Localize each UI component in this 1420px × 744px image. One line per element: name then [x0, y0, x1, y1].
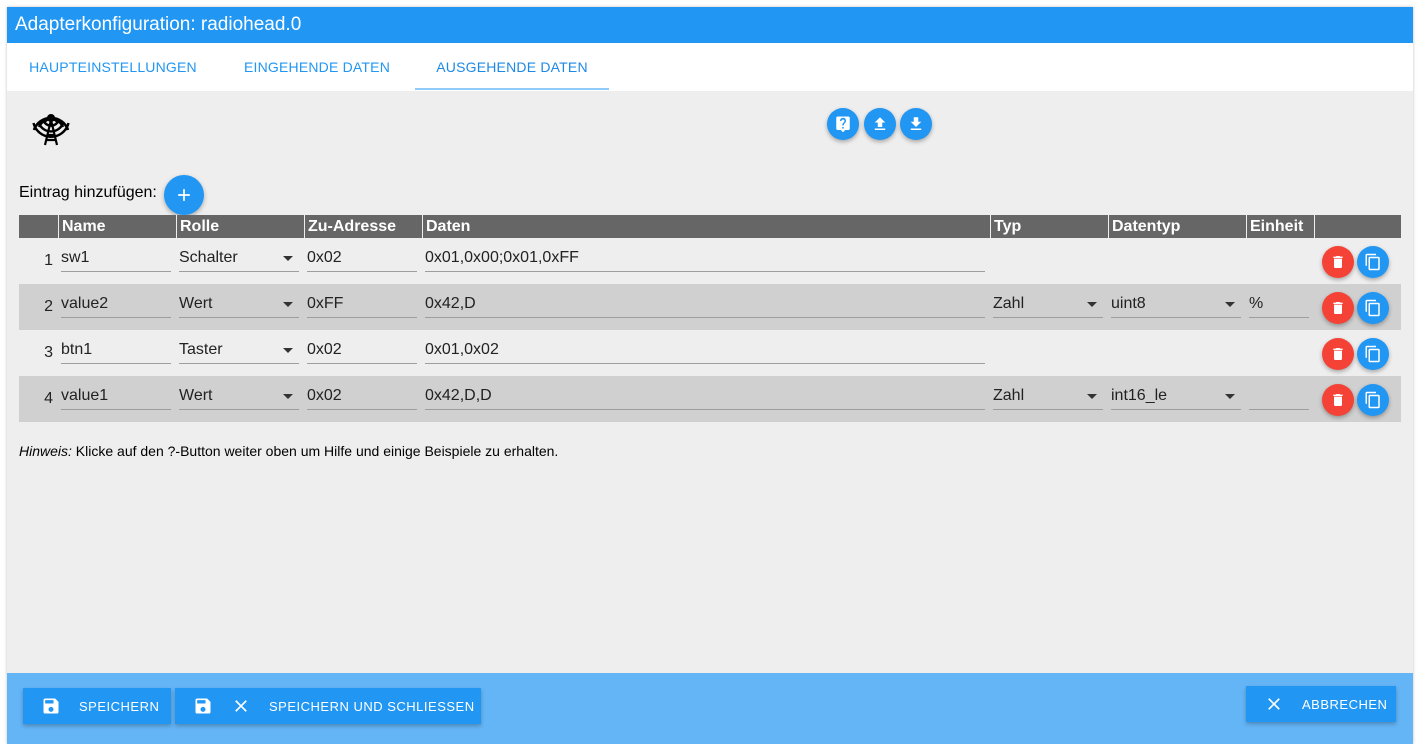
adresse-input[interactable]: 0x02 [307, 384, 417, 410]
einheit-input[interactable] [1249, 384, 1309, 410]
save-button[interactable]: SPEICHERN [23, 688, 171, 724]
adresse-input[interactable]: 0x02 [307, 246, 417, 272]
copy-icon [1365, 345, 1380, 363]
copy-icon [1365, 391, 1380, 409]
header-typ: Typ [990, 215, 1108, 238]
header-zu-adresse: Zu-Adresse [304, 215, 422, 238]
name-input[interactable]: btn1 [61, 338, 171, 364]
adresse-input[interactable]: 0x02 [307, 338, 417, 364]
rolle-select[interactable]: Schalter [179, 246, 299, 272]
floppy-disk-icon [195, 698, 211, 714]
name-input[interactable]: value1 [61, 384, 171, 410]
table-row: 3 btn1 Taster 0x02 0x01,0x02 [19, 330, 1401, 376]
window-title: Adapterkonfiguration: radiohead.0 [7, 7, 1413, 43]
row-index: 1 [44, 252, 53, 269]
upload-icon [874, 117, 886, 130]
daten-input[interactable]: 0x42,D,D [425, 384, 985, 410]
tab-indicator [415, 88, 609, 90]
header-actions [1314, 215, 1401, 238]
delete-row-button[interactable] [1322, 384, 1354, 416]
outgoing-data-table: Name Rolle Zu-Adresse Daten Typ Datentyp… [19, 215, 1401, 422]
download-button[interactable] [900, 108, 932, 140]
cancel-button[interactable]: ABBRECHEN [1246, 686, 1396, 722]
tab-haupteinstellungen[interactable]: HAUPTEINSTELLUNGEN [7, 43, 219, 91]
trash-icon [1333, 256, 1343, 268]
hint-body: Klicke auf den ?-Button weiter oben um H… [71, 443, 559, 459]
rolle-select[interactable]: Wert [179, 292, 299, 318]
tab-ausgehende-daten[interactable]: AUSGEHENDE DATEN [415, 43, 609, 91]
upload-button[interactable] [864, 108, 896, 140]
rolle-select[interactable]: Wert [179, 384, 299, 410]
copy-icon [1365, 253, 1380, 271]
rolle-select[interactable]: Taster [179, 338, 299, 364]
save-close-label: SPEICHERN UND SCHLIESSEN [269, 698, 475, 714]
table-row: 2 value2 Wert 0xFF 0x42,D Zahl uint8 % [19, 284, 1401, 330]
copy-row-button[interactable] [1357, 292, 1389, 324]
add-entry-label: Eintrag hinzufügen: [19, 184, 157, 201]
header-name: Name [58, 215, 176, 238]
delete-row-button[interactable] [1322, 292, 1354, 324]
header-datentyp: Datentyp [1108, 215, 1246, 238]
plus-icon [178, 189, 190, 201]
adapter-config-dialog: Adapterkonfiguration: radiohead.0 HAUPTE… [7, 7, 1413, 744]
close-icon [235, 700, 247, 712]
tab-bar: HAUPTEINSTELLUNGEN EINGEHENDE DATEN AUSG… [7, 43, 1413, 91]
header-index [19, 215, 58, 238]
radio-tower-icon [29, 103, 73, 147]
trash-icon [1333, 348, 1343, 360]
datentyp-select[interactable]: uint8 [1111, 292, 1241, 318]
footer-bar: SPEICHERN SPEICHERN UND SCHLIESSEN ABBRE… [7, 673, 1413, 744]
copy-row-button[interactable] [1357, 246, 1389, 278]
row-index: 2 [44, 298, 53, 315]
daten-input[interactable]: 0x01,0x02 [425, 338, 985, 364]
delete-row-button[interactable] [1322, 246, 1354, 278]
daten-input[interactable]: 0x01,0x00;0x01,0xFF [425, 246, 985, 272]
table-row: 1 sw1 Schalter 0x02 0x01,0x00;0x01,0xFF [19, 238, 1401, 284]
einheit-input[interactable]: % [1249, 292, 1309, 318]
hint-text: Hinweis: Klicke auf den ?-Button weiter … [19, 443, 558, 459]
help-button[interactable] [827, 108, 859, 140]
typ-select[interactable]: Zahl [993, 292, 1103, 318]
header-daten: Daten [422, 215, 990, 238]
add-entry-button[interactable] [164, 175, 204, 215]
table-header: Name Rolle Zu-Adresse Daten Typ Datentyp… [19, 215, 1401, 238]
save-and-close-button[interactable]: SPEICHERN UND SCHLIESSEN [175, 688, 481, 724]
floppy-disk-icon [43, 698, 59, 714]
table-row: 4 value1 Wert 0x02 0x42,D,D Zahl int16_l… [19, 376, 1401, 422]
copy-icon [1365, 299, 1380, 317]
trash-icon [1333, 394, 1343, 406]
close-icon [1268, 698, 1280, 710]
copy-row-button[interactable] [1357, 338, 1389, 370]
name-input[interactable]: value2 [61, 292, 171, 318]
hint-prefix: Hinweis: [19, 443, 72, 459]
row-index: 4 [44, 390, 53, 407]
adresse-input[interactable]: 0xFF [307, 292, 417, 318]
save-label: SPEICHERN [79, 698, 160, 714]
name-input[interactable]: sw1 [61, 246, 171, 272]
typ-select[interactable]: Zahl [993, 384, 1103, 410]
trash-icon [1333, 302, 1343, 314]
copy-row-button[interactable] [1357, 384, 1389, 416]
header-einheit: Einheit [1246, 215, 1314, 238]
help-icon [836, 116, 850, 133]
tab-eingehende-daten[interactable]: EINGEHENDE DATEN [219, 43, 415, 91]
daten-input[interactable]: 0x42,D [425, 292, 985, 318]
row-index: 3 [44, 344, 53, 361]
download-icon [910, 117, 922, 130]
header-rolle: Rolle [176, 215, 304, 238]
cancel-label: ABBRECHEN [1302, 696, 1388, 712]
delete-row-button[interactable] [1322, 338, 1354, 370]
datentyp-select[interactable]: int16_le [1111, 384, 1241, 410]
